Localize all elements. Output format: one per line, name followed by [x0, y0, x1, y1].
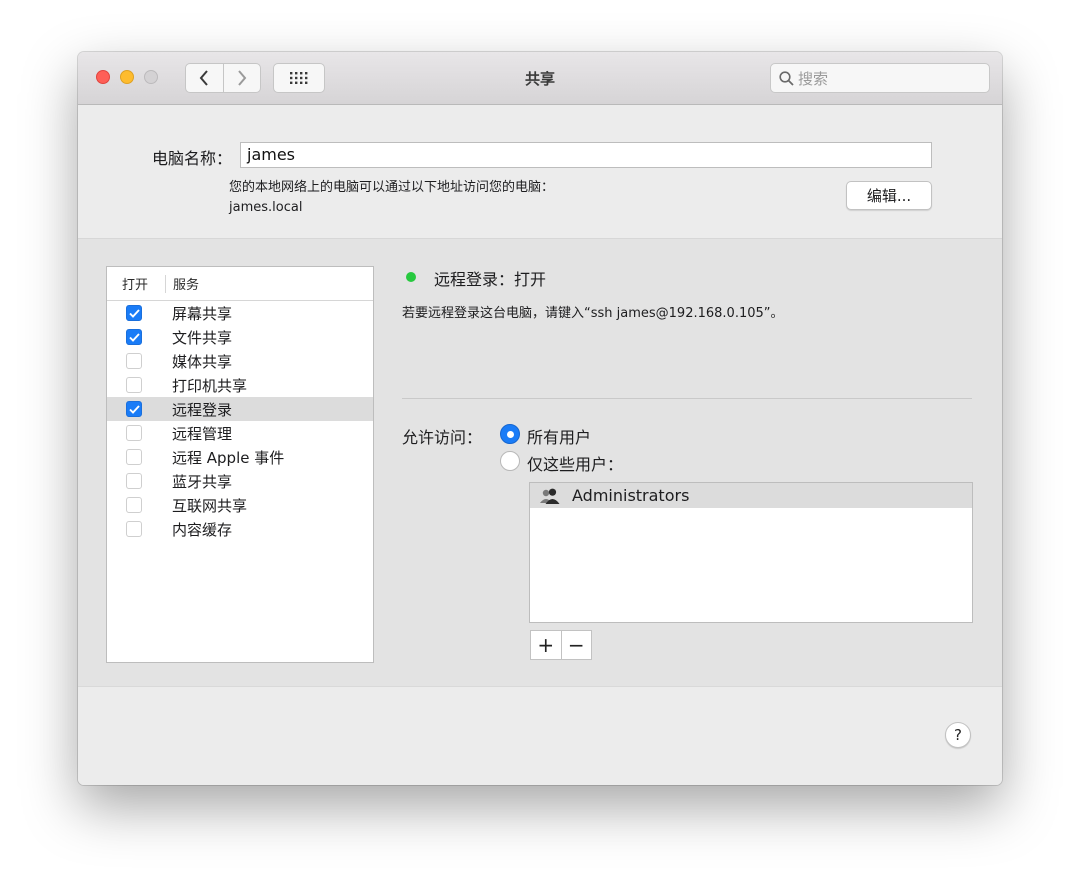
- local-address-text: 您的本地网络上的电脑可以通过以下地址访问您的电脑： james.local: [229, 178, 554, 218]
- service-label: 打印机共享: [172, 376, 248, 395]
- divider: [402, 398, 972, 399]
- service-checkbox[interactable]: [126, 521, 142, 537]
- group-icon: [540, 488, 560, 504]
- service-row[interactable]: 内容缓存: [107, 517, 373, 541]
- help-button[interactable]: ?: [945, 722, 971, 748]
- user-name: Administrators: [572, 486, 690, 505]
- service-row[interactable]: 远程 Apple 事件: [107, 445, 373, 469]
- service-label: 远程管理: [172, 424, 233, 443]
- radio-only-these-users[interactable]: [500, 451, 520, 471]
- services-table-header: 打开 服务: [107, 267, 373, 301]
- remove-user-button[interactable]: −: [560, 631, 592, 659]
- title-bar: 共享 搜索: [78, 52, 1002, 105]
- services-list: 屏幕共享文件共享媒体共享打印机共享远程登录远程管理远程 Apple 事件 蓝牙共享…: [107, 301, 373, 541]
- search-placeholder: 搜索: [798, 69, 829, 88]
- checkmark-icon: [128, 308, 140, 318]
- service-label: 内容缓存: [172, 520, 233, 539]
- allow-access-label: 允许访问：: [402, 428, 483, 447]
- ssh-hint: 若要远程登录这台电脑，请键入“ssh james@192.168.0.105”。: [402, 306, 784, 321]
- checkmark-icon: [128, 332, 140, 342]
- service-label: 蓝牙共享: [172, 472, 233, 491]
- service-label: 文件共享: [172, 328, 233, 347]
- service-checkbox[interactable]: [126, 401, 142, 417]
- users-list[interactable]: Administrators: [529, 482, 973, 623]
- search-icon: [779, 70, 794, 86]
- service-row[interactable]: 蓝牙共享: [107, 469, 373, 493]
- service-label: 远程 Apple 事件: [172, 448, 285, 467]
- address-description: 您的本地网络上的电脑可以通过以下地址访问您的电脑：: [229, 180, 555, 195]
- user-row[interactable]: Administrators: [530, 483, 972, 508]
- service-checkbox[interactable]: [126, 305, 142, 321]
- service-label: 远程登录: [172, 400, 233, 419]
- service-label: 屏幕共享: [172, 304, 233, 323]
- service-row[interactable]: 互联网共享: [107, 493, 373, 517]
- service-row[interactable]: 屏幕共享: [107, 301, 373, 325]
- service-row[interactable]: 打印机共享: [107, 373, 373, 397]
- system-preferences-window: 共享 搜索 电脑名称： james 您的本地网络上的电脑可以通过以下地址访问您的…: [78, 52, 1002, 785]
- computer-name-field[interactable]: james: [240, 142, 932, 168]
- service-label: 媒体共享: [172, 352, 233, 371]
- add-user-button[interactable]: +: [531, 631, 561, 659]
- service-checkbox[interactable]: [126, 329, 142, 345]
- radio-all-users-label[interactable]: 所有用户: [527, 424, 591, 448]
- computer-name-label: 电脑名称：: [151, 149, 232, 168]
- service-checkbox[interactable]: [126, 377, 142, 393]
- column-divider: [165, 275, 166, 293]
- service-status: 远程登录：打开: [434, 270, 547, 289]
- service-row[interactable]: 远程登录: [107, 397, 373, 421]
- column-header-service[interactable]: 服务: [165, 274, 199, 293]
- add-remove-group: + −: [530, 630, 592, 660]
- service-checkbox[interactable]: [126, 353, 142, 369]
- computer-name-section: [78, 105, 1002, 238]
- service-checkbox[interactable]: [126, 449, 142, 465]
- service-row[interactable]: 远程管理: [107, 421, 373, 445]
- local-hostname: james.local: [229, 200, 303, 215]
- radio-only-these-users-label[interactable]: 仅这些用户：: [527, 451, 623, 475]
- footer-section: [78, 686, 1002, 785]
- edit-button[interactable]: 编辑...: [846, 181, 932, 210]
- status-indicator-dot: [406, 272, 416, 282]
- checkmark-icon: [128, 404, 140, 414]
- radio-all-users[interactable]: [500, 424, 520, 444]
- service-checkbox[interactable]: [126, 425, 142, 441]
- search-field[interactable]: 搜索: [770, 63, 990, 93]
- service-label: 互联网共享: [172, 496, 248, 515]
- service-row[interactable]: 媒体共享: [107, 349, 373, 373]
- service-row[interactable]: 文件共享: [107, 325, 373, 349]
- column-header-on[interactable]: 打开: [107, 274, 165, 293]
- service-checkbox[interactable]: [126, 473, 142, 489]
- service-checkbox[interactable]: [126, 497, 142, 513]
- services-table: 打开 服务 屏幕共享文件共享媒体共享打印机共享远程登录远程管理远程 Apple …: [106, 266, 374, 663]
